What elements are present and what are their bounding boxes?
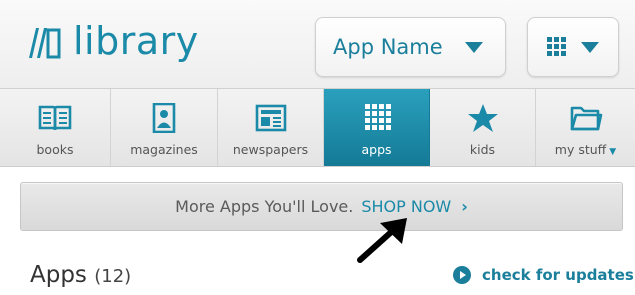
sort-dropdown[interactable]: App Name <box>315 17 506 77</box>
chevron-down-icon <box>465 41 483 53</box>
library-logo-icon <box>29 28 61 59</box>
tab-my-stuff[interactable]: my stuff ▼ <box>536 89 635 166</box>
tab-kids[interactable]: kids <box>430 89 536 166</box>
book-icon <box>38 105 72 131</box>
tab-magazines[interactable]: magazines <box>111 89 218 166</box>
folder-icon <box>570 106 602 131</box>
promo-text: More Apps You'll Love. <box>175 197 354 216</box>
view-mode-dropdown[interactable] <box>527 17 619 77</box>
magazine-icon <box>152 103 176 133</box>
tab-books[interactable]: books <box>0 89 111 166</box>
sort-dropdown-value: App Name <box>333 35 443 59</box>
section-title: Apps (12) <box>30 262 131 288</box>
category-tabs: books magazines newspapers apps kids my … <box>0 88 635 167</box>
tab-apps[interactable]: apps <box>324 89 430 166</box>
newspaper-icon <box>255 104 286 132</box>
tab-newspapers[interactable]: newspapers <box>218 89 324 166</box>
library-logo[interactable]: library <box>27 18 199 68</box>
caret-down-icon: ▼ <box>609 147 617 157</box>
header-bar: library App Name <box>0 0 635 88</box>
section-title-text: Apps <box>30 262 87 288</box>
apps-grid-icon <box>364 104 391 130</box>
tab-newspapers-label: newspapers <box>232 142 309 157</box>
check-for-updates-label: check for updates <box>482 266 634 284</box>
tab-my-stuff-label: my stuff ▼ <box>554 142 617 157</box>
tab-magazines-label: magazines <box>130 142 198 157</box>
star-icon <box>467 104 498 132</box>
tab-apps-label: apps <box>361 142 392 157</box>
chevron-down-icon <box>581 41 599 53</box>
promo-banner: More Apps You'll Love. SHOP NOW › <box>20 182 623 231</box>
apps-count: (12) <box>94 266 132 287</box>
annotation-arrow-icon <box>357 218 407 263</box>
tab-books-label: books <box>36 142 74 157</box>
grid-view-icon <box>547 37 566 56</box>
brand-title: library <box>73 19 199 63</box>
play-circle-icon <box>453 266 471 284</box>
chevron-right-icon[interactable]: › <box>461 197 468 216</box>
check-for-updates-link[interactable]: check for updates <box>452 265 634 285</box>
tab-kids-label: kids <box>469 142 496 157</box>
